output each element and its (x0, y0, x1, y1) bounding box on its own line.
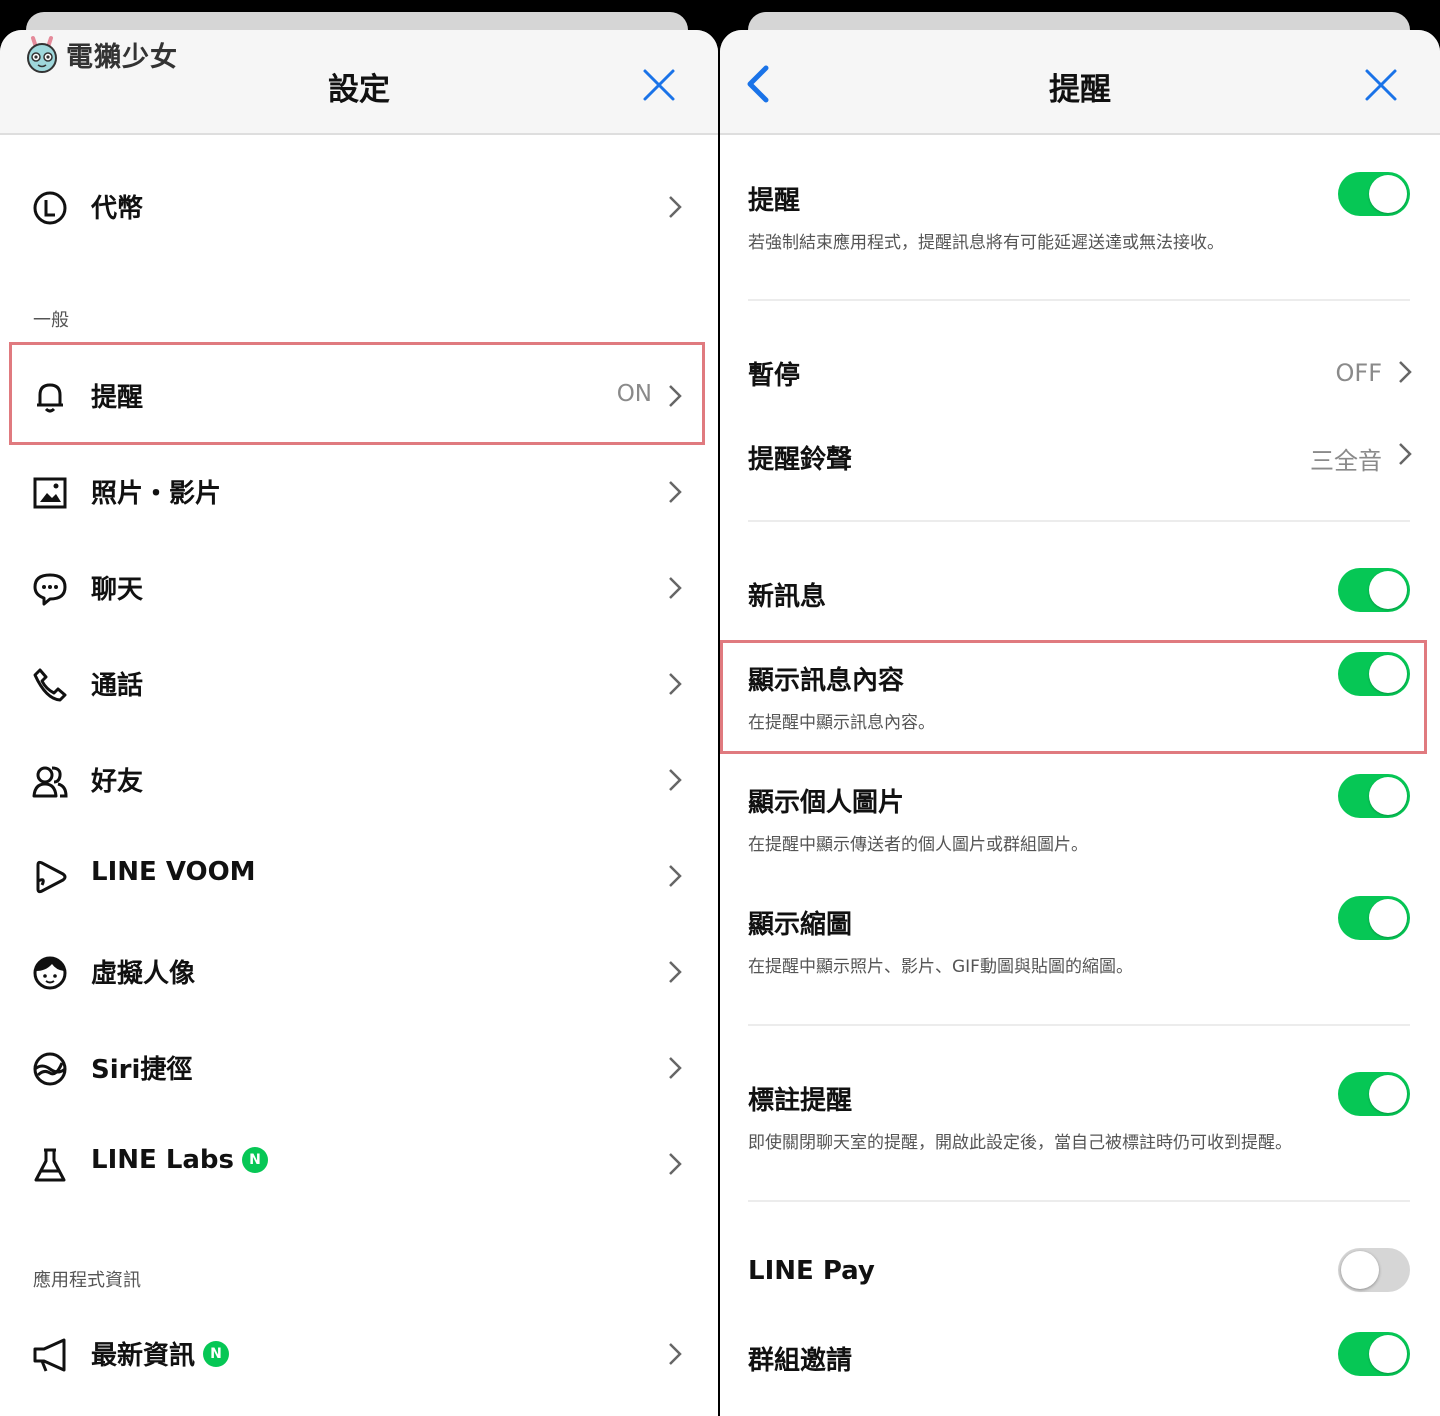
settings-item-avatar[interactable]: 虛擬人像 (0, 927, 718, 1017)
coin-icon (33, 191, 67, 225)
settings-item-label-group: 最新資訊 N (91, 1335, 230, 1372)
chevron-right-icon (669, 196, 682, 218)
section-header-general: 一般 (33, 310, 69, 331)
close-icon[interactable] (1364, 68, 1398, 102)
toggle-knob (1369, 899, 1407, 937)
show-profile-photo-desc: 在提醒中顯示傳送者的個人圖片或群組圖片。 (748, 835, 1088, 855)
notifications-toggle-desc: 若強制結束應用程式，提醒訊息將有可能延遲送達或無法接收。 (748, 233, 1224, 253)
notifications-toggle[interactable] (1338, 172, 1410, 216)
chevron-right-icon (669, 673, 682, 695)
megaphone-icon (33, 1338, 66, 1372)
new-badge: N (203, 1340, 230, 1367)
line-pay-label: LINE Pay (748, 1256, 875, 1286)
otter-logo-icon (27, 36, 57, 73)
settings-item-photos-videos[interactable]: 照片・影片 (0, 447, 718, 537)
notification-sound-label: 提醒鈴聲 (748, 445, 853, 475)
new-badge: N (242, 1147, 269, 1173)
chevron-right-icon (669, 865, 682, 887)
mention-notification-toggle[interactable] (1338, 1072, 1410, 1116)
new-message-label: 新訊息 (748, 582, 827, 612)
settings-item-news[interactable]: 最新資訊 N (0, 1309, 718, 1399)
siri-icon (33, 1052, 67, 1086)
notification-sound-value: 三全音 (1310, 447, 1382, 475)
notifications-header: 提醒 (720, 30, 1440, 135)
settings-item-label: 照片・影片 (91, 479, 222, 509)
settings-item-label: 通話 (91, 671, 144, 701)
phone-icon (33, 668, 67, 702)
divider (748, 520, 1410, 522)
watermark-logo: 電獺少女 (24, 32, 178, 76)
divider (748, 1024, 1410, 1026)
mention-notification-desc: 即使關閉聊天室的提醒，開啟此設定後，當自己被標註時仍可收到提醒。 (748, 1133, 1292, 1153)
toggle-knob (1369, 1335, 1407, 1373)
settings-item-label: LINE Labs (91, 1145, 235, 1175)
settings-item-label-group: LINE Labs N (91, 1145, 269, 1175)
toggle-knob (1369, 175, 1407, 213)
chevron-right-icon (669, 1057, 682, 1079)
chevron-right-icon (669, 481, 682, 503)
pause-label: 暫停 (748, 361, 801, 391)
notifications-panel: 提醒 提醒 若強制結束應用程式，提醒訊息將有可能延遲送達或無法接收。 暫停 OF… (720, 30, 1440, 1416)
divider (748, 299, 1410, 301)
line-pay-toggle[interactable] (1338, 1248, 1410, 1292)
chevron-right-icon (669, 577, 682, 599)
settings-item-label: 聊天 (91, 575, 144, 605)
watermark-text: 電獺少女 (66, 41, 178, 73)
settings-item-line-labs[interactable]: LINE Labs N (0, 1119, 718, 1209)
settings-item-label: LINE VOOM (91, 857, 256, 887)
photo-icon (33, 477, 67, 509)
show-thumbnail-label: 顯示縮圖 (748, 910, 853, 940)
settings-item-line-voom[interactable]: LINE VOOM (0, 831, 718, 921)
highlight-box-show-content (720, 640, 1427, 754)
chevron-right-icon (1399, 361, 1412, 383)
chat-icon (33, 573, 67, 606)
section-header-app-info: 應用程式資訊 (33, 1270, 141, 1291)
toggle-knob (1341, 1251, 1379, 1289)
group-invite-label: 群組邀請 (748, 1346, 853, 1376)
chevron-right-icon (669, 961, 682, 983)
settings-item-label: 代幣 (91, 194, 144, 224)
settings-item-chats[interactable]: 聊天 (0, 543, 718, 633)
toggle-knob (1369, 571, 1407, 609)
flask-icon (34, 1148, 66, 1182)
notifications-toggle-label: 提醒 (748, 186, 801, 216)
pause-value: OFF (1335, 359, 1383, 387)
page-title: 提醒 (1049, 72, 1111, 108)
divider (748, 1200, 1410, 1202)
settings-item-calls[interactable]: 通話 (0, 639, 718, 729)
show-profile-photo-label: 顯示個人圖片 (748, 788, 905, 818)
chevron-right-icon (1399, 443, 1412, 465)
settings-panel: 設定 電獺少女 代幣 一般 提醒 ON 照片・影片 聊天 通話 好友 LINE … (0, 30, 718, 1416)
toggle-knob (1369, 1075, 1407, 1113)
chevron-right-icon (669, 1153, 682, 1175)
chevron-right-icon (669, 769, 682, 791)
settings-item-friends[interactable]: 好友 (0, 735, 718, 825)
settings-item-label: 好友 (91, 767, 144, 797)
toggle-knob (1369, 777, 1407, 815)
settings-item-coins[interactable]: 代幣 (0, 162, 718, 252)
mention-notification-label: 標註提醒 (748, 1086, 853, 1116)
settings-item-label: 最新資訊 (91, 1341, 196, 1371)
settings-item-label: Siri捷徑 (91, 1055, 193, 1085)
close-icon[interactable] (642, 68, 676, 102)
friends-icon (32, 766, 68, 798)
chevron-right-icon (669, 1343, 682, 1365)
avatar-icon (33, 956, 67, 990)
new-message-toggle[interactable] (1338, 568, 1410, 612)
group-invite-toggle[interactable] (1338, 1332, 1410, 1376)
voom-icon (36, 860, 67, 894)
show-profile-photo-toggle[interactable] (1338, 774, 1410, 818)
settings-item-label: 虛擬人像 (91, 959, 196, 989)
show-thumbnail-desc: 在提醒中顯示照片、影片、GIF動圖與貼圖的縮圖。 (748, 957, 1133, 977)
show-thumbnail-toggle[interactable] (1338, 896, 1410, 940)
settings-item-siri-shortcuts[interactable]: Siri捷徑 (0, 1023, 718, 1113)
highlight-box-notifications (9, 342, 705, 445)
